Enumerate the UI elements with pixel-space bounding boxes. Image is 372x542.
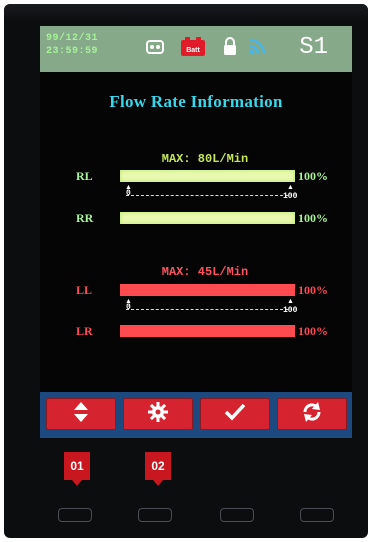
flow-bar-fill-rr — [120, 212, 295, 224]
page-title: Flow Rate Information — [109, 92, 283, 111]
lock-icon — [222, 36, 238, 61]
checkmark-icon — [224, 403, 246, 426]
scale-arrow-right-icon: ▲ — [287, 184, 294, 191]
hardware-key-3[interactable] — [220, 508, 254, 522]
up-down-arrows-icon — [72, 401, 90, 428]
percent-rl: 100% — [298, 169, 328, 183]
callout-02: 02 — [145, 452, 171, 486]
scale-min: 0 — [126, 189, 131, 198]
settings-button[interactable] — [123, 398, 193, 430]
percent-lr: 100% — [298, 324, 328, 338]
status-bar: 99/12/31 23:59:59 Batt S1 — [40, 26, 352, 72]
row-label-ll: LL — [76, 283, 93, 297]
scale-line — [126, 195, 288, 196]
row-label-rr: RR — [76, 211, 94, 225]
flow-bar-fill-rl — [120, 170, 295, 182]
confirm-button[interactable] — [200, 398, 270, 430]
scale-max: 100 — [283, 192, 298, 201]
percent-rr: 100% — [298, 211, 328, 225]
hardware-key-4[interactable] — [300, 508, 334, 522]
hardware-key-1[interactable] — [58, 508, 92, 522]
up-down-button[interactable] — [46, 398, 116, 430]
date-text: 99/12/31 — [46, 33, 99, 44]
battery-icon: Batt — [180, 37, 206, 62]
flow-bar-rr — [120, 212, 295, 224]
refresh-button[interactable] — [277, 398, 347, 430]
row-label-rl: RL — [76, 169, 93, 183]
max-flow-label: MAX: 80L/Min — [161, 152, 249, 166]
time-text: 23:59:59 — [46, 46, 99, 57]
callout-01: 01 — [64, 452, 90, 486]
percent-ll: 100% — [298, 283, 328, 297]
engine-icon — [144, 38, 166, 61]
wifi-icon — [248, 36, 268, 61]
gear-icon — [147, 401, 169, 428]
lcd-screen: 99/12/31 23:59:59 Batt S1 Flow Rate Info… — [40, 26, 352, 438]
flow-bar-rl — [120, 170, 295, 182]
device-frame: 99/12/31 23:59:59 Batt S1 Flow Rate Info… — [4, 4, 368, 538]
hardware-key-2[interactable] — [138, 508, 172, 522]
max-flow-label: MAX: 45L/Min — [161, 265, 249, 279]
battery-label: Batt — [186, 47, 200, 54]
scale-min: 0 — [126, 303, 131, 312]
scale-max: 100 — [283, 306, 298, 315]
soft-key-toolbar — [40, 392, 352, 438]
refresh-icon — [301, 401, 323, 428]
flow-bar-fill-ll — [120, 284, 295, 296]
datetime-readout: 99/12/31 23:59:59 — [46, 32, 126, 58]
row-label-lr: LR — [76, 324, 93, 338]
flow-bar-fill-lr — [120, 325, 295, 337]
flow-bar-lr — [120, 325, 295, 337]
scale-line — [126, 309, 288, 310]
indicator-label: S1 — [299, 34, 328, 61]
main-panel: Flow Rate Information MAX: 80L/Min RL 10… — [40, 72, 352, 392]
flow-bar-ll — [120, 284, 295, 296]
scale-arrow-right-icon: ▲ — [287, 298, 294, 305]
